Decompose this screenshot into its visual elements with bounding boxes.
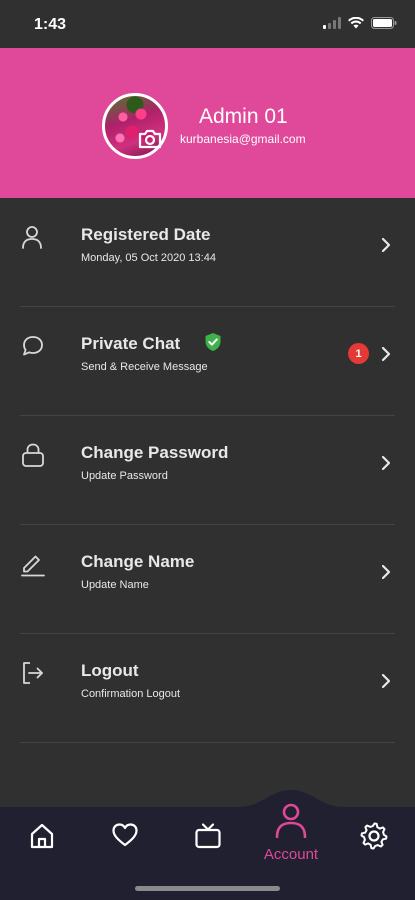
- status-icons: [323, 16, 397, 34]
- menu-item-title: Logout: [81, 661, 139, 680]
- nav-favorites[interactable]: [105, 822, 145, 852]
- tv-icon: [194, 822, 222, 852]
- nav-tv[interactable]: [188, 822, 228, 852]
- account-menu: Registered Date Monday, 05 Oct 2020 13:4…: [0, 198, 415, 743]
- status-bar: 1:43: [0, 0, 415, 48]
- menu-item-registered-date[interactable]: Registered Date Monday, 05 Oct 2020 13:4…: [20, 198, 395, 307]
- logout-icon: [20, 660, 46, 686]
- wifi-icon: [348, 16, 364, 34]
- chevron-right-icon: [380, 345, 392, 363]
- unread-badge: 1: [348, 343, 369, 364]
- bottom-nav: Account: [0, 790, 415, 900]
- chevron-right-icon: [380, 236, 392, 254]
- camera-icon[interactable]: [137, 128, 163, 150]
- gear-icon: [360, 822, 388, 852]
- menu-item-subtitle: Confirmation Logout: [81, 688, 181, 700]
- pencil-icon: [20, 551, 46, 577]
- home-indicator: [135, 886, 280, 891]
- profile-name: Admin 01: [199, 105, 288, 128]
- menu-item-title: Change Password: [81, 443, 229, 462]
- signal-icon: [323, 16, 341, 34]
- menu-item-title: Change Name: [81, 552, 195, 571]
- menu-item-subtitle: Monday, 05 Oct 2020 13:44: [81, 252, 216, 264]
- menu-item-subtitle: Send & Receive Message: [81, 361, 208, 373]
- menu-item-change-name[interactable]: Change Name Update Name: [20, 525, 395, 634]
- chat-bubble-icon: [20, 333, 46, 359]
- chevron-right-icon: [380, 672, 392, 690]
- chevron-right-icon: [380, 454, 392, 472]
- nav-home[interactable]: [22, 822, 62, 852]
- heart-icon: [111, 822, 139, 852]
- menu-item-private-chat[interactable]: Private Chat Send & Receive Message 1: [20, 307, 395, 416]
- nav-account-label: Account: [263, 846, 319, 863]
- menu-item-title: Private Chat: [81, 334, 181, 353]
- battery-icon: [371, 16, 397, 34]
- menu-item-subtitle: Update Name: [81, 579, 149, 591]
- menu-item-logout[interactable]: Logout Confirmation Logout: [20, 634, 395, 743]
- shield-check-icon: [204, 332, 222, 352]
- nav-settings[interactable]: [354, 822, 394, 852]
- menu-item-subtitle: Update Password: [81, 470, 168, 482]
- profile-email: kurbanesia@gmail.com: [180, 132, 306, 146]
- user-icon: [20, 224, 46, 250]
- nav-account[interactable]: Account: [256, 802, 326, 863]
- profile-header: Admin 01 kurbanesia@gmail.com: [0, 48, 415, 198]
- chevron-right-icon: [380, 563, 392, 581]
- home-icon: [29, 822, 55, 852]
- status-time: 1:43: [34, 16, 67, 33]
- lock-icon: [20, 442, 46, 468]
- menu-item-title: Registered Date: [81, 225, 211, 244]
- menu-item-change-password[interactable]: Change Password Update Password: [20, 416, 395, 525]
- user-icon: [273, 802, 309, 843]
